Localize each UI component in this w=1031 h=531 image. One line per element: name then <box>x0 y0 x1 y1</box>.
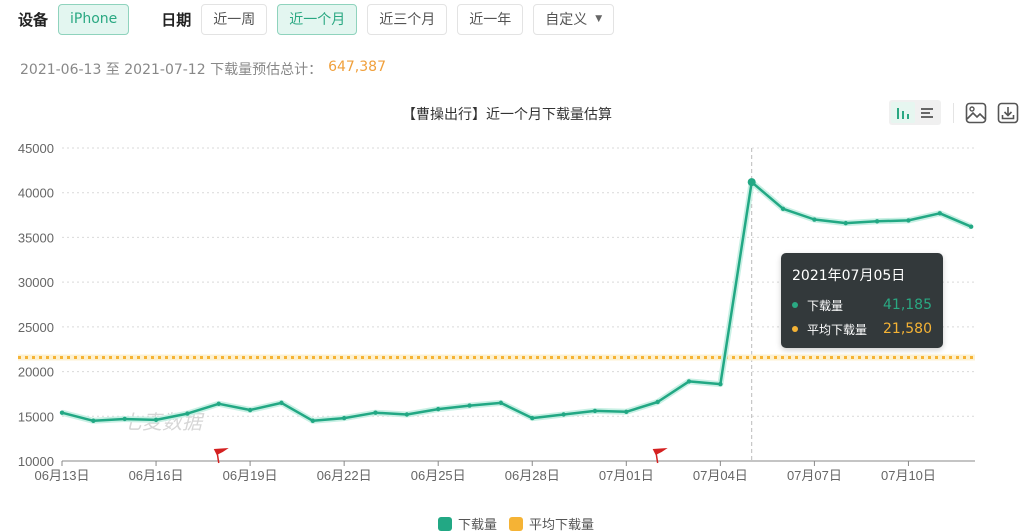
data-point <box>718 381 723 387</box>
tooltip-row-average: 平均下载量 21,580 <box>792 317 932 341</box>
tooltip-series-name: 平均下载量 <box>807 322 868 337</box>
chart-type-toggle <box>889 100 941 125</box>
chart-title: 【曹操出行】近一个月下载量估算 <box>402 107 612 123</box>
data-point <box>436 406 441 412</box>
date-option-label: 自定义 <box>545 12 588 28</box>
device-option-label: iPhone <box>70 11 118 27</box>
date-option-label: 近一年 <box>469 12 512 28</box>
data-point <box>624 409 629 415</box>
data-point <box>185 411 190 416</box>
save-image-button[interactable] <box>964 101 988 125</box>
y-tick-label: 15000 <box>18 409 54 424</box>
data-point <box>216 401 221 406</box>
y-tick-label: 40000 <box>18 186 54 201</box>
y-tick-label: 20000 <box>18 365 54 380</box>
series-dot-icon <box>792 302 798 308</box>
series-dot-icon <box>792 326 798 332</box>
x-tick-label: 07月04日 <box>693 468 748 483</box>
legend-item-downloads[interactable]: 下载量 <box>438 514 497 531</box>
date-option-label: 近一个月 <box>289 12 346 28</box>
data-point <box>530 415 535 421</box>
legend-item-average[interactable]: 平均下载量 <box>509 514 594 531</box>
data-point <box>59 410 65 415</box>
y-tick-label: 10000 <box>18 454 54 469</box>
image-icon <box>965 102 987 123</box>
date-option-label: 近三个月 <box>379 12 436 28</box>
download-icon <box>997 102 1019 123</box>
x-tick-label: 07月07日 <box>787 468 842 483</box>
bar-view-button[interactable] <box>891 102 915 123</box>
chart-legend: 下载量 平均下载量 <box>438 514 606 531</box>
summary-total: 647,387 <box>328 59 386 75</box>
data-point <box>404 412 410 417</box>
date-option-month[interactable]: 近一个月 <box>277 3 358 35</box>
chart-tooltip: 2021年07月05日 下载量 41,185 平均下载量 21,580 <box>781 253 943 348</box>
y-tick-label: 30000 <box>18 275 54 290</box>
device-label: 设备 <box>18 10 49 29</box>
data-point <box>467 403 472 408</box>
tooltip-series-name: 下载量 <box>807 298 844 313</box>
data-point <box>655 399 660 405</box>
date-option-label: 近一周 <box>213 12 256 28</box>
download-button[interactable] <box>996 101 1020 125</box>
list-icon <box>921 107 933 118</box>
x-tick-label: 06月22日 <box>317 468 372 483</box>
flag-cloth <box>213 448 229 455</box>
data-point <box>747 178 756 187</box>
data-point <box>843 220 848 226</box>
date-option-week[interactable]: 近一周 <box>201 3 268 35</box>
filter-bar: 设备 iPhone 日期 近一周 近一个月 近三个月 近一年 自定义 ▼ <box>18 3 624 35</box>
x-tick-label: 06月25日 <box>411 468 466 483</box>
tooltip-series-value: 41,185 <box>883 297 932 313</box>
bar-chart-icon <box>897 107 909 119</box>
data-point <box>561 412 566 417</box>
device-option-iphone[interactable]: iPhone <box>58 3 130 35</box>
x-tick-label: 06月19日 <box>223 468 278 483</box>
watermark: 七麦数据 <box>122 412 205 434</box>
y-tick-label: 45000 <box>18 141 54 156</box>
date-option-three-months[interactable]: 近三个月 <box>367 3 448 35</box>
y-tick-label: 35000 <box>18 230 54 245</box>
data-point <box>937 211 942 216</box>
list-view-button[interactable] <box>915 102 939 123</box>
x-tick-label: 07月10日 <box>881 468 936 483</box>
x-tick-label: 06月16日 <box>129 468 184 483</box>
date-option-year[interactable]: 近一年 <box>457 3 524 35</box>
date-option-custom-dropdown[interactable]: 自定义 ▼ <box>533 3 615 35</box>
date-label: 日期 <box>161 10 192 29</box>
legend-swatch <box>509 516 524 531</box>
data-point <box>341 415 347 421</box>
tooltip-date: 2021年07月05日 <box>792 268 906 284</box>
flag-cloth <box>652 448 668 455</box>
legend-label: 下载量 <box>458 518 498 531</box>
x-tick-label: 06月28日 <box>505 468 560 483</box>
summary-text: 2021-06-13 至 2021-07-12 下载量预估总计： <box>20 62 323 78</box>
y-tick-label: 25000 <box>18 320 54 335</box>
tooltip-series-value: 21,580 <box>883 321 932 337</box>
legend-label: 平均下载量 <box>529 518 595 531</box>
data-point <box>279 400 284 406</box>
data-point <box>968 224 974 229</box>
data-point <box>686 379 692 384</box>
download-summary: 2021-06-13 至 2021-07-12 下载量预估总计： 647,387 <box>20 59 386 79</box>
data-point <box>780 206 786 212</box>
legend-swatch <box>438 516 452 531</box>
data-point <box>874 219 880 224</box>
data-point <box>310 418 315 423</box>
data-point <box>122 416 127 422</box>
data-point <box>498 400 504 406</box>
data-point <box>592 408 598 414</box>
data-point <box>153 417 159 423</box>
tooltip-row-downloads: 下载量 41,185 <box>792 293 932 317</box>
data-point <box>812 217 817 222</box>
x-tick-label: 07月01日 <box>599 468 654 483</box>
toolbar-divider <box>953 102 954 123</box>
x-tick-label: 06月13日 <box>35 468 90 483</box>
data-point <box>373 410 378 415</box>
data-point <box>906 218 911 223</box>
caret-down-icon: ▼ <box>595 14 603 24</box>
data-point <box>91 418 96 423</box>
chart-toolbar <box>889 100 1028 125</box>
data-point <box>247 407 253 413</box>
